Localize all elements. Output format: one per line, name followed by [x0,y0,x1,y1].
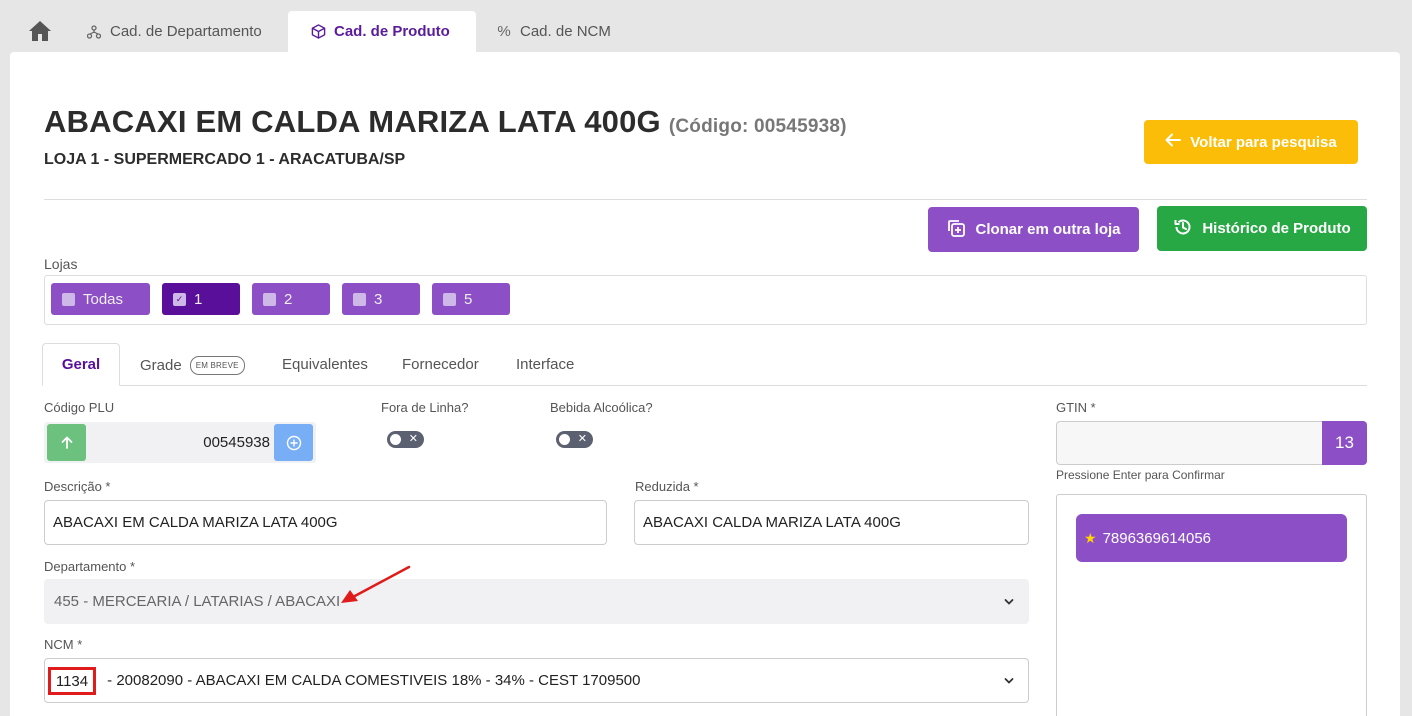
loja-label: 2 [284,290,293,308]
tab-geral[interactable]: Geral [42,343,120,386]
chevron-down-icon [1004,677,1014,684]
fora-linha-label: Fora de Linha? [381,400,469,415]
checkbox-icon[interactable] [263,292,276,306]
tab-interface[interactable]: Interface [516,356,574,373]
tab-fornecedor[interactable]: Fornecedor [402,356,479,373]
codigo-plu-field[interactable]: 00545938 [86,424,274,461]
gtin-list-item[interactable]: ★ 7896369614056 [1076,514,1347,562]
loja-label: Todas [83,290,124,308]
loja-todas[interactable]: Todas [51,283,150,315]
loja-3[interactable]: 3 [342,283,420,315]
arrow-left-icon [1165,133,1182,151]
close-icon: ✕ [408,433,418,445]
historico-produto-button[interactable]: Histórico de Produto [1157,206,1367,251]
tab-label: Cad. de Departamento [110,23,262,40]
tab-cad-produto[interactable]: Cad. de Produto [288,11,476,52]
toggle-knob [559,434,570,445]
voltar-label: Voltar para pesquisa [1190,133,1337,151]
ncm-description: - 20082090 - ABACAXI EM CALDA COMESTIVEI… [103,672,641,689]
clonar-label: Clonar em outra loja [975,221,1121,238]
gtin-hint: Pressione Enter para Confirmar [1056,468,1225,482]
departamento-value: 455 - MERCEARIA / LATARIAS / ABACAXI [54,593,341,610]
em-breve-badge: EM BREVE [189,356,245,375]
store-subtitle: LOJA 1 - SUPERMERCADO 1 - ARACATUBA/SP [44,151,406,168]
reduzida-label: Reduzida * [635,479,699,494]
close-icon: ✕ [577,433,587,445]
annotation-arrow-icon [341,565,411,603]
history-icon [1173,217,1193,241]
clonar-loja-button[interactable]: Clonar em outra loja [928,207,1139,252]
descricao-field[interactable]: ABACAXI EM CALDA MARIZA LATA 400G [44,500,607,545]
historico-label: Histórico de Produto [1202,220,1351,237]
departamento-select[interactable]: 455 - MERCEARIA / LATARIAS / ABACAXI [44,579,1029,624]
top-tab-bar: Cad. de Departamento Cad. de Produto % C… [0,0,1412,52]
departamento-label: Departamento * [44,559,136,574]
page-title: ABACAXI EM CALDA MARIZA LATA 400G (Código… [44,104,847,140]
codigo-plu-label: Código PLU [44,400,115,415]
gtin-count-badge: 13 [1322,421,1367,465]
reduzida-field[interactable]: ABACAXI CALDA MARIZA LATA 400G [634,500,1029,545]
toggle-knob [390,434,401,445]
loja-label: 5 [464,290,473,308]
ncm-label: NCM * [44,637,83,652]
voltar-pesquisa-button[interactable]: Voltar para pesquisa [1144,120,1358,164]
checkbox-icon[interactable] [62,292,75,306]
gtin-input[interactable] [1056,421,1324,465]
loja-5[interactable]: 5 [432,283,510,315]
tab-cad-ncm[interactable]: % Cad. de NCM [474,11,633,52]
loja-label: 1 [194,290,203,308]
fora-linha-toggle[interactable]: ✕ [387,431,424,448]
bebida-label: Bebida Alcoólica? [550,400,653,415]
tab-label: Cad. de NCM [520,23,611,40]
lojas-box [44,275,1367,325]
checkbox-checked-icon[interactable]: ✓ [173,292,186,306]
descricao-label: Descrição * [44,479,111,494]
ncm-select[interactable]: - 20082090 - ABACAXI EM CALDA COMESTIVEI… [44,658,1029,703]
product-code: (Código: 00545938) [668,116,847,137]
gtin-label: GTIN * [1056,400,1096,415]
chevron-down-icon [1004,598,1014,605]
arrow-up-icon [61,436,72,449]
gtin-value: 7896369614056 [1102,529,1212,547]
lojas-label: Lojas [44,256,78,272]
tab-label: Cad. de Produto [334,23,450,40]
divider [44,199,1367,200]
box-icon [310,24,326,40]
loja-2[interactable]: 2 [252,283,330,315]
bebida-toggle[interactable]: ✕ [556,431,593,448]
checkbox-icon[interactable] [353,292,366,306]
tab-equivalentes[interactable]: Equivalentes [282,356,368,373]
inner-tabs-divider [44,385,1367,386]
tab-cad-departamento[interactable]: Cad. de Departamento [64,11,284,52]
tab-grade[interactable]: Grade EM BREVE [140,356,245,375]
clone-icon [946,218,966,242]
tab-grade-label: Grade [140,357,182,374]
ncm-code-highlight: 1134 [48,667,96,695]
plu-add-button[interactable] [274,424,313,461]
star-icon: ★ [1084,529,1097,546]
plu-up-button[interactable] [47,424,86,461]
sitemap-icon [86,24,102,40]
loja-1[interactable]: ✓ 1 [162,283,240,315]
loja-label: 3 [374,290,383,308]
home-icon[interactable] [28,20,52,42]
plus-circle-icon [286,435,301,450]
checkbox-icon[interactable] [443,292,456,306]
product-name: ABACAXI EM CALDA MARIZA LATA 400G [44,104,661,139]
percent-icon: % [497,23,511,40]
